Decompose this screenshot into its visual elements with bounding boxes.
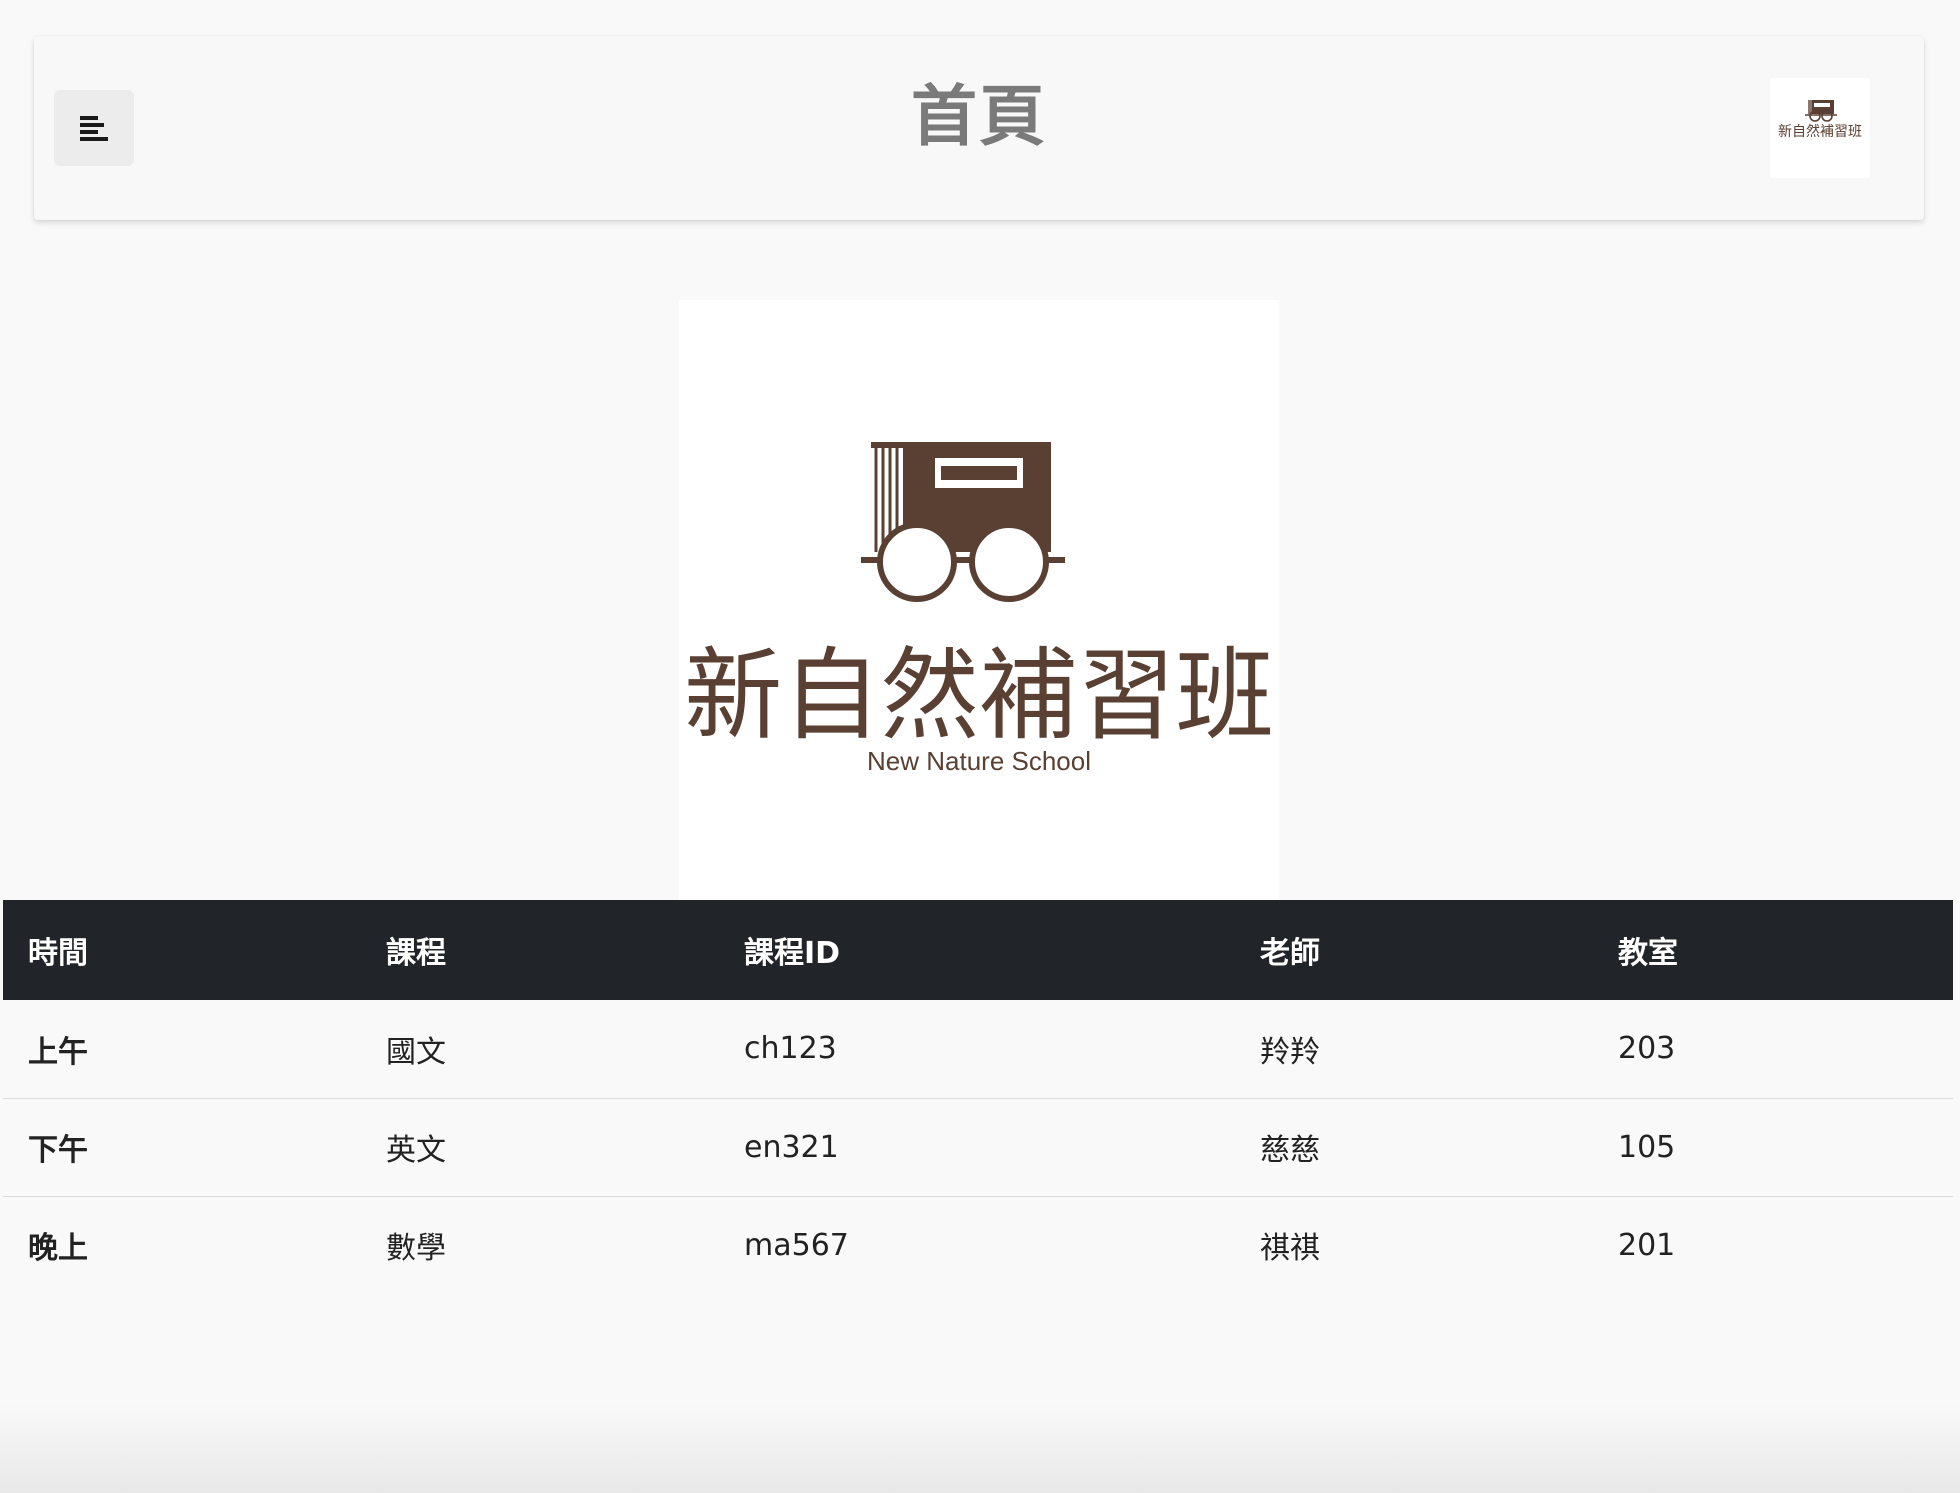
school-logo: 新自然補習班 New Nature School — [679, 300, 1279, 900]
cell-course: 國文 — [361, 1000, 719, 1099]
schedule-table: 時間 課程 課程ID 老師 教室 上午 國文 ch123 羚羚 203 下午 英… — [3, 900, 1953, 1294]
cell-course-id: en321 — [719, 1098, 1235, 1197]
cell-teacher: 慈慈 — [1235, 1098, 1593, 1197]
cell-teacher: 祺祺 — [1260, 1231, 1320, 1267]
table-row: 晚上 數學 ma567 祺祺 201 — [3, 1196, 1953, 1294]
logo-name-zh: 新自然補習班 — [684, 637, 1274, 754]
cell-time: 下午 — [3, 1098, 361, 1197]
cell-time: 晚上 — [28, 1231, 88, 1267]
column-header-time: 時間 — [3, 900, 361, 1000]
cell-course: 數學 — [386, 1231, 446, 1267]
logo-name-en: New Nature School — [867, 746, 1091, 776]
cell-classroom: 203 — [1593, 1000, 1953, 1099]
column-header-teacher: 老師 — [1235, 900, 1593, 1000]
column-header-course: 課程 — [361, 900, 719, 1000]
cell-time: 上午 — [3, 1000, 361, 1099]
page-title: 首頁 — [911, 78, 1047, 155]
bottom-fade — [0, 1403, 1960, 1493]
column-header-course-id: 課程ID — [719, 900, 1235, 1000]
column-header-classroom: 教室 — [1593, 900, 1953, 1000]
cell-course-id: ma567 — [744, 1227, 849, 1263]
navbar: 首頁 新自然補習班 — [34, 36, 1924, 220]
table-header-row: 時間 課程 課程ID 老師 教室 — [3, 900, 1953, 1000]
cell-classroom: 105 — [1593, 1098, 1953, 1197]
cell-course-id: ch123 — [719, 1000, 1235, 1099]
cell-teacher: 羚羚 — [1235, 1000, 1593, 1099]
table-row: 下午 英文 en321 慈慈 105 — [3, 1098, 1953, 1197]
header-logo[interactable]: 新自然補習班 — [1770, 78, 1870, 178]
header-logo-text: 新自然補習班 — [1778, 123, 1862, 140]
cell-classroom: 201 — [1618, 1227, 1676, 1263]
table-row: 上午 國文 ch123 羚羚 203 — [3, 1000, 1953, 1099]
cell-course: 英文 — [361, 1098, 719, 1197]
